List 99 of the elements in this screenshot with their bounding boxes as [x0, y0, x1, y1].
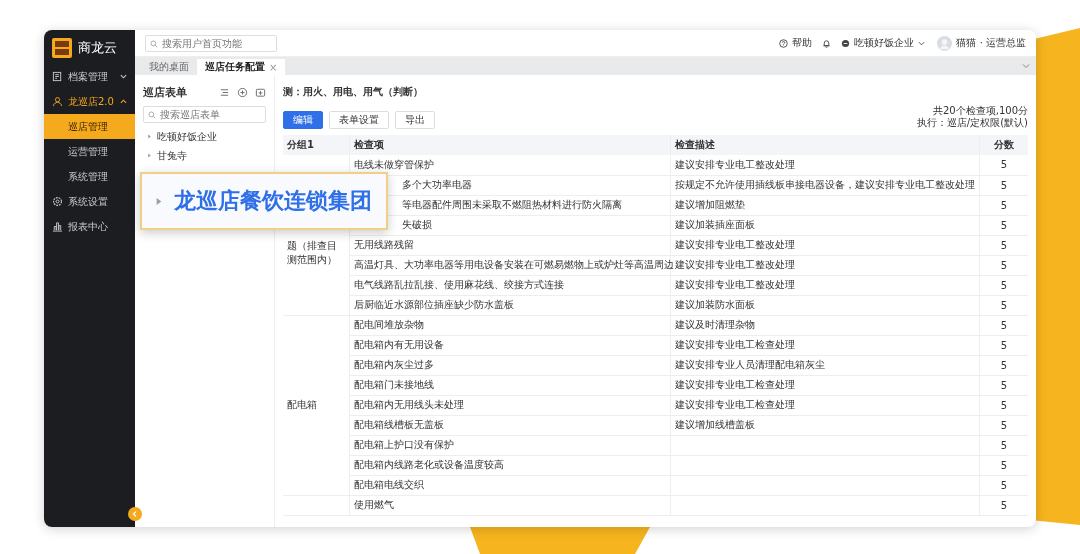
table-cell: 建议增加阻燃垫 — [675, 199, 745, 210]
table-cell: 5 — [1000, 279, 1008, 291]
action-button[interactable]: 导出 — [395, 111, 435, 129]
brand-name: 商龙云 — [78, 39, 117, 57]
table-cell: 建议安排专业人员清理配电箱灰尘 — [675, 359, 825, 370]
table-cell: 建议安排专业电工检查处理 — [675, 339, 795, 350]
table-cell: 5 — [1000, 419, 1008, 431]
table-cell: 配电箱 — [287, 399, 317, 410]
table-cell: 5 — [1000, 399, 1008, 411]
table-cell: 无用线路残留 — [354, 239, 414, 250]
table-cell: 按规定不允许使用插线板串接电器设备，建议安排专业电工整改处理 — [675, 179, 975, 190]
table-cell: 建议加装插座面板 — [675, 219, 755, 230]
table-cell: 建议及时清理杂物 — [675, 319, 755, 330]
search-field[interactable]: 搜索用户首页功能 — [145, 34, 277, 52]
chevron-down-icon — [120, 73, 127, 80]
table-cell: 5 — [1000, 179, 1008, 191]
help-icon — [779, 38, 789, 48]
nav-item[interactable]: 报表中心 — [44, 214, 135, 239]
table-cell: 高温灯具、大功率电器等用电设备安装在可燃易燃物上或炉灶等高温周边 — [354, 259, 674, 270]
nav-subitem[interactable]: 巡店管理 — [44, 114, 135, 139]
company-select[interactable]: 吃顿好饭企业 — [854, 36, 915, 50]
tab[interactable]: 我的桌面 — [141, 59, 197, 75]
column-header: 检查项 — [354, 139, 384, 150]
expand-icon[interactable] — [147, 134, 152, 139]
column-header: 检查描述 — [675, 139, 715, 150]
table-cell: 多个大功率电器 — [402, 179, 472, 190]
table-cell: 5 — [1000, 199, 1008, 211]
settings-icon — [52, 196, 63, 207]
table-cell: 电线未做穿管保护 — [354, 158, 434, 170]
bell-icon[interactable] — [822, 38, 832, 48]
column-header: 分组1 — [287, 139, 314, 150]
chevron-down-icon — [918, 39, 926, 47]
column-header: 分数 — [994, 139, 1014, 150]
nav-item[interactable]: 档案管理 — [44, 64, 135, 89]
table-cell: 5 — [1000, 239, 1008, 251]
table-cell: 5 — [1000, 319, 1008, 331]
action-button[interactable]: 表单设置 — [329, 111, 389, 129]
logo-icon — [52, 38, 72, 58]
table-cell: 配电间堆放杂物 — [354, 319, 424, 330]
table-cell: 后厨临近水源部位插座缺少防水盖板 — [354, 299, 514, 310]
collapse-button[interactable] — [128, 507, 142, 521]
table-cell: 5 — [1000, 339, 1008, 351]
table-cell: 建议加装防水面板 — [675, 299, 755, 310]
table-cell: 配电箱门未接地线 — [354, 379, 434, 390]
tree-item[interactable]: 吃顿好饭企业 — [157, 129, 217, 144]
tab[interactable]: 巡店任务配置 × — [197, 59, 286, 75]
nav-item[interactable]: 龙巡店2.0 — [44, 89, 135, 114]
user-name[interactable]: 猫猫 · 运营总监 — [956, 36, 1026, 50]
table-cell: 5 — [1000, 259, 1008, 271]
table-cell: 等电器配件周围未采取不燃阻热材料进行防火隔离 — [402, 199, 622, 210]
form-title: 测：用火、用电、用气（判断） — [283, 85, 424, 99]
table-cell: 配电箱内无用线头未处理 — [354, 399, 464, 410]
table-cell: 5 — [1000, 159, 1008, 171]
table-cell: 5 — [1000, 499, 1008, 511]
table-cell: 配电箱上护口没有保护 — [354, 439, 454, 450]
table-cell: 建议安排专业电工整改处理 — [675, 279, 795, 290]
summary-text: 共20个检查项,100分 — [933, 105, 1028, 117]
table-cell: 建议安排专业电工整改处理 — [675, 259, 795, 270]
table-cell: 配电箱电线交织 — [354, 479, 424, 490]
table-cell: 失破损 — [402, 219, 432, 230]
summary-text: 执行：巡店/定权限(默认) — [916, 117, 1028, 129]
chart-icon — [52, 221, 63, 232]
table-cell: 5 — [1000, 219, 1008, 231]
document-icon — [52, 71, 63, 82]
expand-icon[interactable] — [147, 153, 152, 158]
help-link[interactable]: 帮助 — [792, 36, 813, 50]
table-cell: 建议安排专业电工检查处理 — [675, 379, 795, 390]
table-cell: 5 — [1000, 479, 1008, 491]
action-button[interactable]: 编辑 — [283, 111, 323, 129]
table-cell: 题（排查目测范围内） — [287, 240, 337, 265]
table-cell: 使用燃气 — [354, 499, 394, 510]
table-cell: 5 — [1000, 379, 1008, 391]
table-cell: 建议安排专业电工检查处理 — [675, 399, 795, 410]
table-cell: 5 — [1000, 299, 1008, 311]
table-cell: 5 — [1000, 459, 1008, 471]
nav-subitem[interactable]: 运营管理 — [44, 139, 135, 164]
table-cell: 建议增加线槽盖板 — [675, 419, 755, 430]
tree-item[interactable]: 甘兔寺 — [157, 148, 187, 163]
table-cell: 配电箱内线路老化或设备温度较高 — [354, 459, 504, 470]
search-icon — [148, 111, 156, 119]
callout-text: 龙巡店餐饮连锁集团 — [174, 187, 372, 215]
table-cell: 配电箱线槽板无盖板 — [354, 419, 444, 430]
table-cell: 配电箱内灰尘过多 — [354, 359, 434, 370]
table-cell: 配电箱内有无用设备 — [354, 339, 444, 350]
search-icon — [150, 39, 158, 48]
table-cell: 电气线路乱拉乱接、使用麻花线、绞接方式连接 — [354, 279, 564, 290]
person-icon — [52, 96, 63, 107]
folder-add-icon[interactable] — [255, 87, 266, 98]
table-cell: 5 — [1000, 359, 1008, 371]
nav-item[interactable]: 系统设置 — [44, 189, 135, 214]
table-cell: 建议安排专业电工整改处理 — [675, 158, 795, 170]
panel-title: 巡店表单 — [143, 85, 188, 100]
table-cell: 5 — [1000, 439, 1008, 451]
search-field[interactable]: 搜索巡店表单 — [143, 106, 266, 123]
nav-subitem[interactable]: 系统管理 — [44, 164, 135, 189]
list-icon[interactable] — [219, 87, 230, 98]
add-icon[interactable] — [237, 87, 248, 98]
chevron-up-icon — [120, 98, 127, 105]
table-cell: 建议安排专业电工整改处理 — [675, 239, 795, 250]
